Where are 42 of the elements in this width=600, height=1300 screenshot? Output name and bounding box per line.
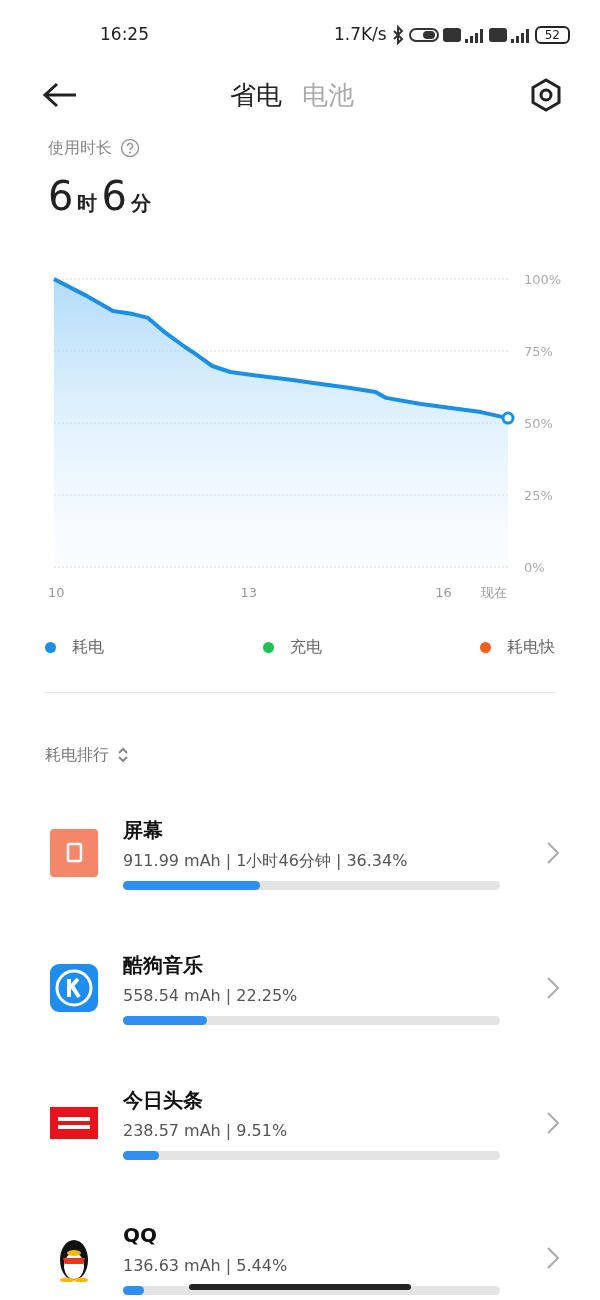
app-name: QQ xyxy=(123,1222,158,1249)
app-name: 屏幕 xyxy=(123,817,164,844)
axis-label: 25% xyxy=(524,488,553,503)
usage-detail: 136.63 mAh | 5.44% xyxy=(123,1255,288,1277)
axis-label: 0% xyxy=(524,560,545,575)
usage-duration: 6 时 6 分 xyxy=(48,176,152,216)
legend-label: 充电 xyxy=(289,636,322,658)
axis-label: 13 xyxy=(240,585,258,600)
settings-icon[interactable] xyxy=(530,78,562,112)
sort-icon[interactable] xyxy=(117,746,129,764)
axis-label: 现在 xyxy=(480,585,507,600)
help-icon[interactable] xyxy=(120,138,140,158)
current-point-marker xyxy=(501,411,515,425)
chevron-right-icon[interactable] xyxy=(546,840,560,865)
usage-label: 使用时长 xyxy=(48,137,112,159)
usage-detail: 238.57 mAh | 9.51% xyxy=(123,1120,288,1142)
bluetooth-icon xyxy=(390,25,405,45)
network-speed: 1.7K/s xyxy=(333,23,387,47)
usage-detail: 558.54 mAh | 22.25% xyxy=(123,985,298,1007)
chevron-right-icon[interactable] xyxy=(546,1245,560,1270)
usage-detail: 911.99 mAh | 1小时46分钟 | 36.34% xyxy=(123,850,408,872)
status-time: 16:25 xyxy=(100,23,149,47)
toggle-icon xyxy=(408,26,439,44)
chevron-right-icon[interactable] xyxy=(546,1110,560,1135)
tablet-icon xyxy=(50,828,98,877)
axis-label: 16 xyxy=(435,585,452,600)
axis-label: 50% xyxy=(524,416,553,431)
chevron-right-icon[interactable] xyxy=(546,975,560,1000)
legend-label: 耗电 xyxy=(72,636,104,658)
signal-icon xyxy=(442,26,485,44)
battery-icon: 52 xyxy=(534,26,570,44)
legend-label: 耗电快 xyxy=(507,636,555,658)
tab[interactable]: 省电 xyxy=(219,75,292,115)
app-name: 今日头条 xyxy=(123,1087,204,1114)
axis-label: 100% xyxy=(524,272,562,287)
axis-label: 75% xyxy=(524,344,553,359)
back-icon[interactable] xyxy=(42,81,78,109)
axis-label: 10 xyxy=(48,585,65,600)
letter-k-icon xyxy=(50,963,98,1012)
ranking-label: 耗电排行 xyxy=(45,744,109,766)
signal-icon xyxy=(488,26,531,44)
app-name: 酷狗音乐 xyxy=(123,952,204,979)
